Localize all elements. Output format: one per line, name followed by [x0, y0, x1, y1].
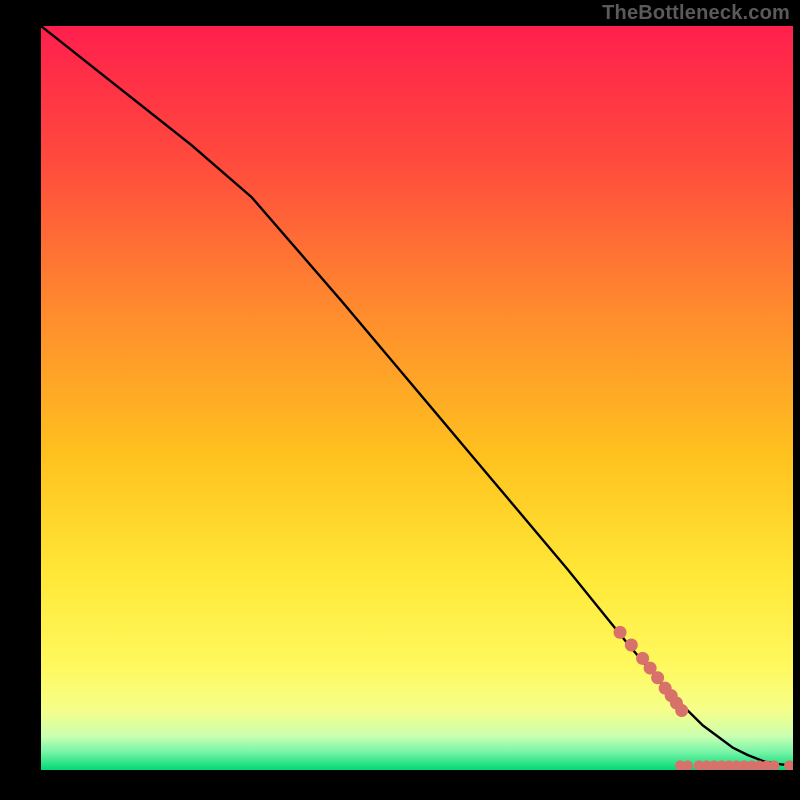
chart-svg — [41, 26, 793, 770]
data-dot — [625, 639, 638, 652]
chart-stage: TheBottleneck.com — [0, 0, 800, 800]
plot-area — [41, 26, 793, 770]
data-dot — [651, 671, 664, 684]
data-dot — [614, 626, 627, 639]
data-dot — [675, 704, 688, 717]
watermark-text: TheBottleneck.com — [602, 2, 790, 25]
gradient-background — [41, 26, 793, 770]
